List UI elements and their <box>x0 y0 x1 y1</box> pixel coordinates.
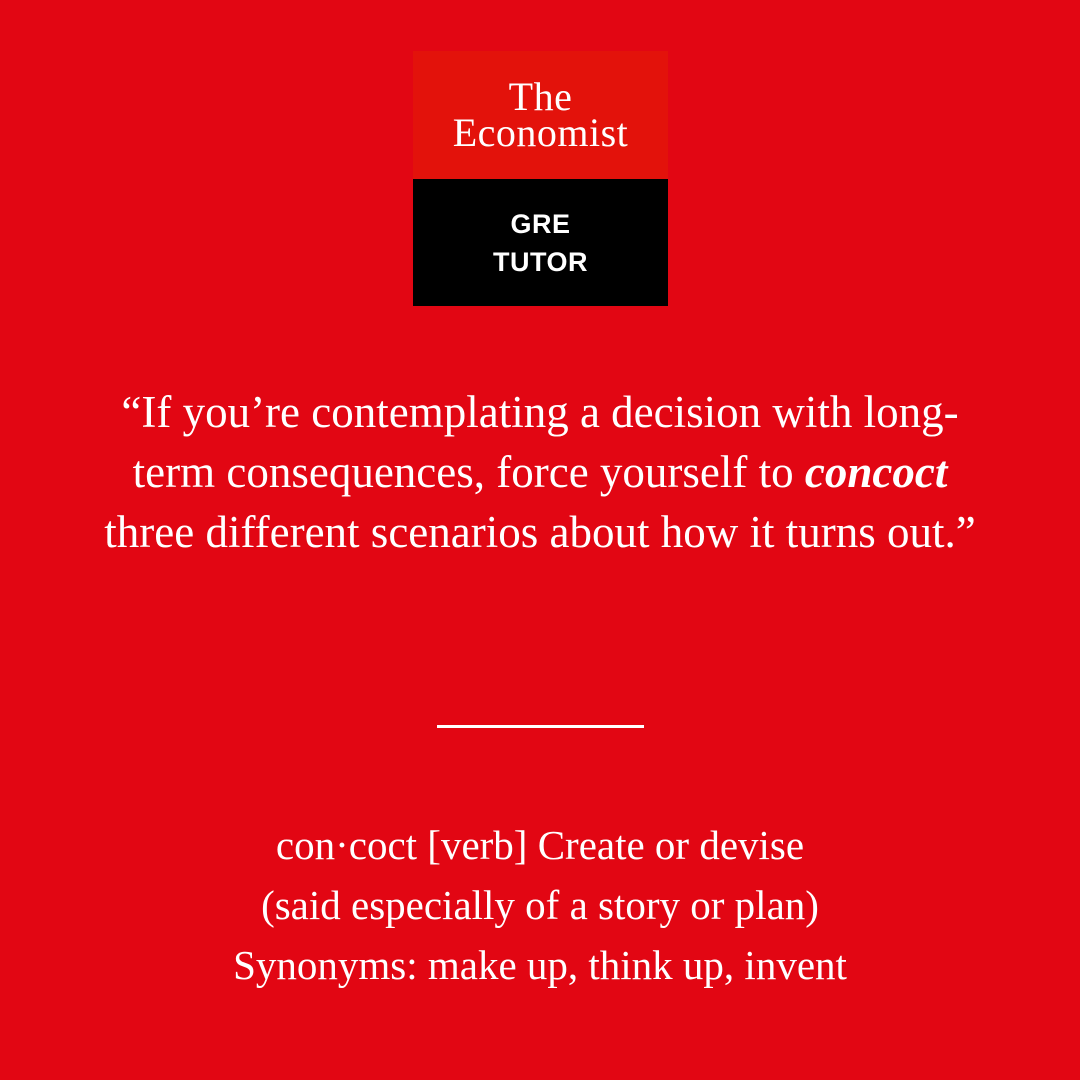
quote-after: three different scenarios about how it t… <box>104 507 976 557</box>
logo-masthead: The Economist <box>413 51 668 179</box>
logo-sub-tutor: TUTOR <box>493 246 588 277</box>
definition-synonyms: Synonyms: make up, think up, invent <box>233 942 847 988</box>
definition-block: con·coct [verb] Create or devise (said e… <box>90 815 990 995</box>
logo-line-economist: Economist <box>452 110 629 155</box>
quote-term: concoct <box>804 447 948 497</box>
economist-gre-tutor-logo: The Economist GRE TUTOR <box>413 51 668 306</box>
logo-subtitle-block: GRE TUTOR <box>413 179 668 306</box>
definition-note: (said especially of a story or plan) <box>261 882 819 928</box>
quote-text: “If you’re contemplating a decision with… <box>90 382 990 562</box>
divider-line <box>437 725 644 728</box>
logo-sub-gre: GRE <box>510 208 571 239</box>
definition-line: con·coct [verb] Create or devise <box>275 822 805 868</box>
